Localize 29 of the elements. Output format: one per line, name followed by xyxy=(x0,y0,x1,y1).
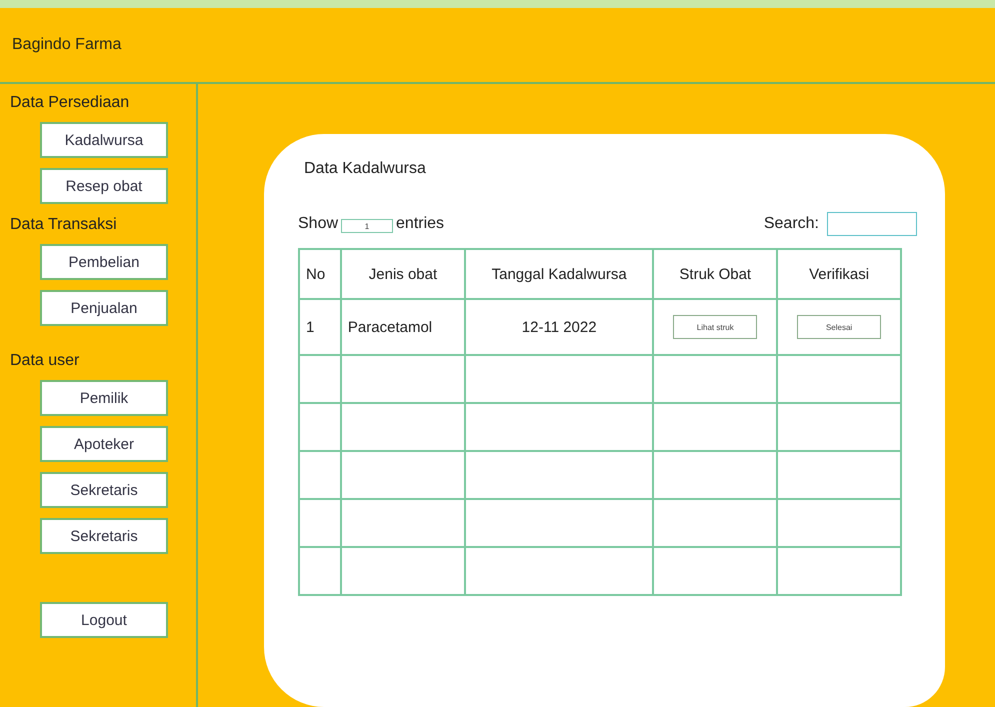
logout-button[interactable]: Logout xyxy=(40,602,168,638)
app-title: Bagindo Farma xyxy=(12,36,122,54)
column-header: Struk Obat xyxy=(653,249,778,299)
table-cell: 12-11 2022 xyxy=(465,299,654,355)
sidebar-button[interactable]: Resep obat xyxy=(40,168,168,204)
table-cell: Paracetamol xyxy=(340,299,465,355)
search-field[interactable] xyxy=(827,212,917,236)
sidebar-button[interactable]: Sekretaris xyxy=(40,472,168,508)
verify-button[interactable]: Selesai xyxy=(797,315,882,339)
sidebar-button[interactable]: Kadalwursa xyxy=(40,122,168,158)
sidebar-button[interactable]: Pembelian xyxy=(40,244,168,280)
sidebar-button[interactable]: Pemilik xyxy=(40,380,168,416)
table-cell: 1 xyxy=(299,299,341,355)
column-header: No xyxy=(299,249,341,299)
column-header: Verifikasi xyxy=(777,249,901,299)
sidebar-button[interactable]: Sekretaris xyxy=(40,518,168,554)
column-header: Jenis obat xyxy=(340,249,465,299)
sidebar-section-title: Data Transaksi xyxy=(10,216,118,234)
search-label: Search: xyxy=(764,215,819,233)
column-header: Tanggal Kadalwursa xyxy=(465,249,654,299)
sidebar-section-title: Data user xyxy=(10,352,80,370)
sidebar-button[interactable]: Apoteker xyxy=(40,426,168,462)
panel-title: Data Kadalwursa xyxy=(304,160,427,178)
receipt-button[interactable]: Lihat struk xyxy=(673,315,758,339)
entries-label: entries xyxy=(396,215,444,233)
sidebar-section-title: Data Persediaan xyxy=(10,94,130,112)
sidebar-button[interactable]: Penjualan xyxy=(40,290,168,326)
show-label: Show xyxy=(298,215,338,233)
entries-select[interactable]: 1 xyxy=(341,219,394,233)
